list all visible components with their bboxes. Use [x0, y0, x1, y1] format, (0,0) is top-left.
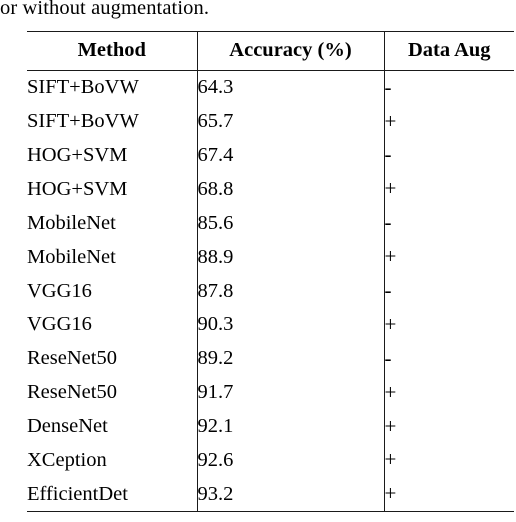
table-row: HOG+SVM 67.4- — [27, 138, 514, 173]
minus-icon: - — [384, 74, 392, 99]
cell-accuracy: 88.9 — [196, 239, 384, 274]
cell-accuracy: 87.8 — [196, 273, 384, 308]
cell-accuracy: 92.6 — [196, 443, 384, 478]
plus-icon: + — [384, 413, 397, 438]
table-row: XCeption 92.6 + — [27, 443, 514, 478]
cell-method: MobileNet — [27, 245, 116, 268]
cell-data-aug: + — [383, 172, 514, 207]
cell-data-aug: - — [383, 273, 514, 308]
page-canvas: or without augmentation. Method Accuracy… — [0, 0, 516, 522]
plus-icon: + — [384, 108, 397, 133]
cell-accuracy: 64.3 — [196, 70, 384, 105]
cell-accuracy: 92.1 — [196, 409, 384, 444]
cell-data-aug: + — [383, 477, 514, 512]
cell-accuracy: 91.7 — [196, 375, 384, 410]
cell-data-aug: + — [383, 443, 514, 478]
results-table-container: Method Accuracy (%) Data Aug SIFT+BoVW 64… — [27, 31, 514, 512]
cell-accuracy: 90.3 — [196, 307, 384, 342]
cell-data-aug: - — [383, 206, 514, 240]
minus-icon: - — [384, 278, 392, 303]
caption-tail-text: or without augmentation. — [0, 0, 210, 19]
cell-data-aug: + — [383, 104, 514, 139]
minus-icon: - — [384, 210, 392, 235]
cell-data-aug: + — [383, 307, 514, 342]
plus-icon: + — [384, 176, 397, 201]
minus-icon: - — [384, 142, 392, 167]
cell-method: HOG+SVM — [27, 143, 128, 166]
table-row: ReseNet50 91.7 + — [27, 375, 514, 410]
cell-method: SIFT+BoVW — [27, 76, 139, 99]
plus-icon: + — [384, 447, 397, 472]
table-row: ReseNet50 89.2- — [27, 341, 514, 376]
minus-icon: - — [384, 345, 392, 370]
table-header-row: Method Accuracy (%) Data Aug — [27, 31, 514, 70]
cell-data-aug: + — [383, 409, 514, 444]
table-row: DenseNet 92.1 + — [27, 409, 514, 444]
cell-data-aug: - — [383, 138, 514, 173]
column-header-data-aug: Data Aug — [383, 31, 514, 70]
cell-data-aug: + — [383, 239, 514, 274]
plus-icon: + — [384, 481, 397, 506]
table-row: VGG16 87.8- — [27, 273, 514, 308]
plus-icon: + — [384, 311, 397, 336]
table-row: SIFT+BoVW 65.7 + — [27, 104, 514, 139]
cell-accuracy: 67.4 — [196, 138, 384, 173]
classification-results-table: Method Accuracy (%) Data Aug SIFT+BoVW 64… — [27, 31, 514, 512]
table-row: MobileNet 88.9 + — [27, 239, 514, 274]
table-body: SIFT+BoVW 64.3- SIFT+BoVW 65.7 + HOG+SVM 67.4-… — [27, 70, 514, 512]
cell-data-aug: - — [383, 341, 514, 376]
cell-accuracy: 85.6 — [196, 206, 384, 240]
cell-accuracy: 65.7 — [196, 104, 384, 139]
cell-accuracy: 89.2 — [196, 341, 384, 376]
plus-icon: + — [384, 244, 397, 269]
cell-method: HOG+SVM — [27, 177, 128, 200]
cell-method: MobileNet — [27, 211, 116, 234]
cell-method: SIFT+BoVW — [27, 110, 139, 133]
table-header: Method Accuracy (%) Data Aug — [27, 31, 514, 70]
cell-data-aug: - — [383, 70, 514, 105]
cell-method: VGG16 — [27, 279, 92, 302]
cell-method: XCeption — [27, 448, 107, 471]
cell-accuracy: 68.8 — [196, 172, 384, 207]
column-header-accuracy: Accuracy (%) — [196, 31, 384, 70]
column-header-method: Method — [77, 39, 146, 61]
table-row: HOG+SVM 68.8 + — [27, 172, 514, 207]
cell-method: ReseNet50 — [27, 381, 117, 404]
cell-accuracy: 93.2 — [196, 477, 384, 512]
plus-icon: + — [384, 379, 397, 404]
table-row: SIFT+BoVW 64.3- — [27, 70, 514, 105]
cell-data-aug: + — [383, 375, 514, 410]
cell-method: DenseNet — [27, 415, 108, 438]
table-row: EfficientDet 93.2 + — [27, 477, 514, 512]
table-row: VGG16 90.3 + — [27, 307, 514, 342]
table-row: MobileNet 85.6- — [27, 206, 514, 240]
cell-method: EfficientDet — [27, 482, 128, 505]
cell-method: VGG16 — [27, 313, 92, 336]
cell-method: ReseNet50 — [27, 347, 117, 370]
